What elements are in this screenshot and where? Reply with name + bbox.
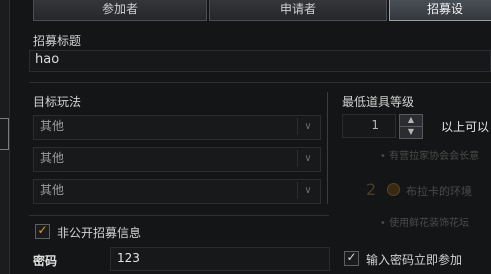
- private-recruit-checkbox[interactable]: ✓: [35, 224, 50, 239]
- dropdown-value: 其他: [40, 119, 65, 133]
- level-decrement-button[interactable]: ▼: [399, 126, 423, 139]
- enter-password-join-label: 输入密码立即参加: [366, 253, 463, 267]
- column-divider: [327, 92, 328, 204]
- tab-participants[interactable]: 参加者: [33, 0, 207, 21]
- min-item-level-input[interactable]: 1: [342, 114, 396, 138]
- section-divider: [29, 82, 491, 83]
- dropdown-value: 其他: [40, 151, 65, 165]
- ghost-text-line3: • 使用鲜花装饰花坛: [380, 218, 470, 229]
- target-play-dropdown-1[interactable]: 其他 ∨: [33, 115, 321, 140]
- left-panel-selected-frame: [0, 118, 9, 150]
- chevron-down-icon[interactable]: ∨: [297, 118, 318, 135]
- section-divider-2: [29, 215, 329, 216]
- chevron-down-icon[interactable]: ∨: [297, 182, 318, 199]
- ghost-text-line1: • 有营拉家协会会长意: [380, 151, 480, 162]
- ghost-flower-icon: [387, 183, 400, 196]
- min-item-level-label: 最低道具等级: [342, 95, 415, 109]
- min-item-level-value: 1: [371, 118, 379, 132]
- password-label: 密码: [33, 254, 58, 268]
- password-value: 123: [117, 251, 140, 265]
- target-play-dropdown-3[interactable]: 其他 ∨: [33, 179, 321, 204]
- min-item-level-suffix: 以上可以: [441, 120, 490, 134]
- recruit-title-label: 招募标题: [33, 34, 82, 48]
- private-recruit-label: 非公开招募信息: [57, 226, 142, 240]
- ghost-step-number: 2: [366, 180, 377, 199]
- ghost-text-line2: 布拉卡的环境: [406, 185, 472, 198]
- dropdown-value: 其他: [40, 183, 65, 197]
- target-play-dropdown-2[interactable]: 其他 ∨: [33, 147, 321, 172]
- recruit-title-value: hao: [35, 52, 60, 67]
- enter-password-join-checkbox[interactable]: ✓: [344, 251, 359, 266]
- target-play-label: 目标玩法: [33, 95, 82, 109]
- chevron-down-icon[interactable]: ∨: [297, 150, 318, 167]
- password-input[interactable]: 123: [110, 247, 330, 271]
- recruit-title-input[interactable]: hao: [29, 50, 491, 72]
- tab-recruit-settings[interactable]: 招募设: [389, 0, 491, 21]
- tab-applicants[interactable]: 申请者: [209, 0, 387, 21]
